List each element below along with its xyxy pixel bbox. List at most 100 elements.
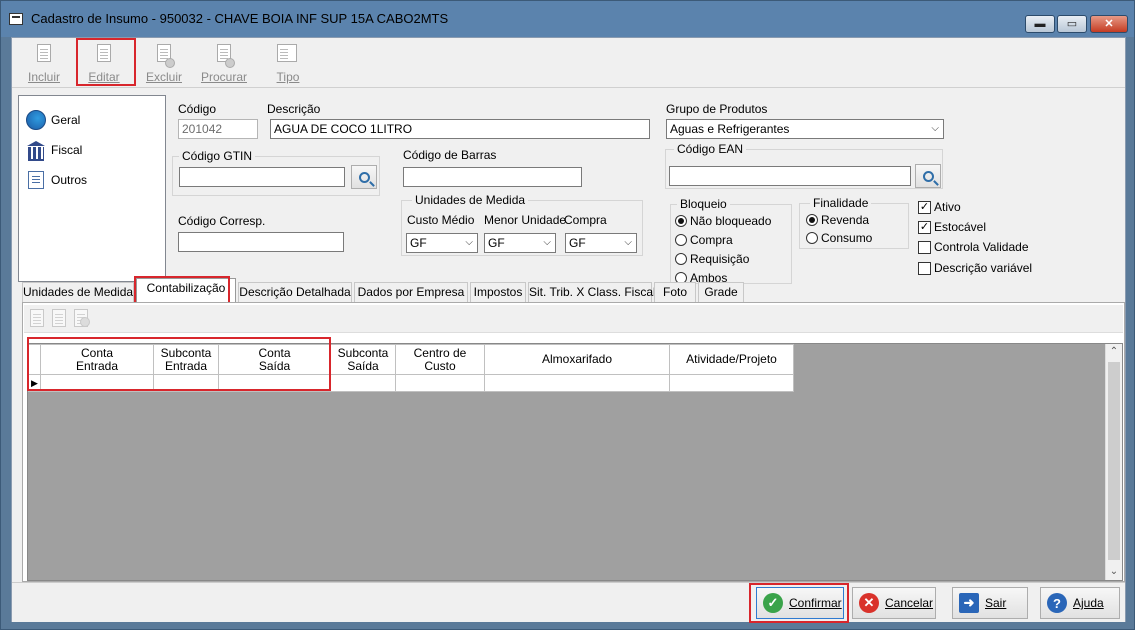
compra-unidade-label: Compra (564, 213, 607, 227)
grupo-produtos-value: Aguas e Refrigerantes (670, 122, 790, 136)
incluir-label: Incluir (27, 70, 60, 84)
chevron-down-icon: ⌵ (543, 237, 551, 248)
corresp-field[interactable] (178, 232, 344, 252)
excluir-button[interactable]: Excluir (136, 40, 192, 86)
close-button[interactable]: ✕ (1090, 15, 1128, 33)
grupo-produtos-label: Grupo de Produtos (666, 102, 768, 116)
nav-item-outros[interactable]: Outros (25, 169, 87, 191)
grid-vertical-scrollbar[interactable]: ⌃ ⌄ (1105, 344, 1122, 580)
col-centro-custo[interactable]: Centro de Custo (395, 344, 485, 375)
descricao-field[interactable]: AGUA DE COCO 1LITRO (270, 119, 650, 139)
finalidade-label: Finalidade (810, 196, 872, 210)
ean-field[interactable] (669, 166, 911, 186)
ajuda-label: Ajuda (1073, 596, 1104, 610)
ativo-checkbox[interactable]: ✓ Ativo (918, 200, 961, 214)
barras-label: Código de Barras (403, 148, 497, 162)
descricao-label: Descrição (267, 102, 321, 116)
bloqueio-option-label: Compra (690, 233, 733, 247)
tab-dados-por-empresa[interactable]: Dados por Empresa (354, 282, 468, 302)
tab-descricao-detalhada[interactable]: Descrição Detalhada (238, 282, 352, 302)
sair-button[interactable]: ➜ Sair (952, 587, 1028, 619)
ean-search-button[interactable] (915, 164, 941, 188)
scroll-thumb[interactable] (1108, 362, 1120, 560)
tab-unidades-medida[interactable]: Unidades de Medida (22, 282, 134, 302)
tab-grade[interactable]: Grade (698, 282, 744, 302)
procurar-button[interactable]: Procurar (196, 40, 252, 86)
scroll-up-icon[interactable]: ⌃ (1106, 344, 1122, 360)
bottom-bar: ✓ Confirmar ✕ Cancelar ➜ Sair ? Ajuda (12, 582, 1125, 623)
cancelar-label: Cancelar (885, 596, 934, 610)
help-icon: ? (1047, 593, 1067, 613)
compra-unidade-select[interactable]: GF ⌵ (565, 233, 637, 253)
cancelar-button[interactable]: ✕ Cancelar (852, 587, 936, 619)
finalidade-option-label: Consumo (821, 231, 873, 245)
contabilizacao-highlight (134, 276, 230, 304)
bank-icon (25, 139, 47, 161)
incluir-button[interactable]: Incluir (16, 40, 72, 86)
codigo-field[interactable]: 201042 (178, 119, 258, 139)
edit-row-icon[interactable] (50, 309, 68, 327)
bloqueio-option-label: Requisição (690, 252, 750, 266)
nav-item-fiscal[interactable]: Fiscal (25, 139, 82, 161)
gtin-field[interactable] (179, 167, 345, 187)
title-bar: Cadastro de Insumo - 950032 - CHAVE BOIA… (1, 1, 1134, 37)
bloqueio-compra-radio[interactable]: Compra (675, 233, 733, 247)
finalidade-revenda-radio[interactable]: Revenda (806, 213, 869, 227)
cell-subconta-saida[interactable] (330, 374, 396, 392)
tab-impostos[interactable]: Impostos (470, 282, 526, 302)
col-label: Almoxarifado (541, 352, 613, 366)
search-icon (922, 170, 934, 182)
documents-icon (25, 169, 47, 191)
scroll-down-icon[interactable]: ⌄ (1106, 564, 1122, 580)
menor-unidade-label: Menor Unidade (484, 213, 567, 227)
descricao-variavel-checkbox[interactable]: Descrição variável (918, 261, 1032, 275)
controla-validade-checkbox[interactable]: Controla Validade (918, 240, 1029, 254)
unidades-label: Unidades de Medida (412, 193, 529, 207)
col-label: Saída (347, 358, 379, 373)
toolbar: Incluir Editar Excluir Procurar Tipo (12, 38, 1125, 88)
cell-almoxarifado[interactable] (484, 374, 670, 392)
bloqueio-nao-bloqueado-radio[interactable]: Não bloqueado (675, 214, 771, 228)
gtin-group: Código GTIN (172, 149, 380, 196)
gtin-search-button[interactable] (351, 165, 377, 189)
menor-unidade-select[interactable]: GF ⌵ (484, 233, 556, 253)
estocavel-checkbox[interactable]: ✓ Estocável (918, 220, 986, 234)
tab-sit-trib[interactable]: Sit. Trib. X Class. Fiscal (528, 282, 656, 302)
col-atividade-projeto[interactable]: Atividade/Projeto (669, 344, 794, 375)
chevron-down-icon: ⌵ (931, 123, 939, 134)
left-nav: Geral Fiscal Outros (18, 95, 166, 282)
cell-atividade-projeto[interactable] (669, 374, 794, 392)
grupo-produtos-select[interactable]: Aguas e Refrigerantes ⌵ (666, 119, 944, 139)
add-row-icon[interactable] (28, 309, 46, 327)
tab-foto[interactable]: Foto (654, 282, 696, 302)
custo-medio-select[interactable]: GF ⌵ (406, 233, 478, 253)
estocavel-label: Estocável (934, 220, 987, 234)
ajuda-button[interactable]: ? Ajuda (1040, 587, 1120, 619)
unidades-group: Unidades de Medida Custo Médio Menor Uni… (401, 193, 643, 256)
finalidade-option-label: Revenda (821, 213, 870, 227)
search-icon (358, 171, 370, 183)
col-label: Subconta (337, 345, 389, 360)
cancel-icon: ✕ (859, 593, 879, 613)
codigo-label: Código (178, 102, 217, 116)
gtin-label: Código GTIN (179, 149, 256, 163)
bloqueio-group: Bloqueio Não bloqueado Compra Requisição… (670, 197, 792, 285)
procurar-label: Procurar (200, 70, 247, 84)
finalidade-consumo-radio[interactable]: Consumo (806, 231, 872, 245)
tipo-button[interactable]: Tipo (260, 40, 316, 86)
ean-label: Código EAN (674, 142, 747, 156)
delete-row-icon[interactable] (72, 309, 90, 327)
bloqueio-label: Bloqueio (677, 197, 730, 211)
window-title: Cadastro de Insumo - 950032 - CHAVE BOIA… (31, 11, 449, 26)
col-label: Atividade/Projeto (686, 352, 777, 366)
minimize-button[interactable]: ▬ (1025, 15, 1055, 33)
maximize-button[interactable]: ▭ (1057, 15, 1087, 33)
client-area: Incluir Editar Excluir Procurar Tipo Ger… (11, 37, 1126, 623)
cell-centro-custo[interactable] (395, 374, 485, 392)
barras-field[interactable] (403, 167, 582, 187)
col-almoxarifado[interactable]: Almoxarifado (484, 344, 670, 375)
col-subconta-saida[interactable]: Subconta Saída (330, 344, 396, 375)
nav-item-geral[interactable]: Geral (25, 109, 80, 131)
bloqueio-requisicao-radio[interactable]: Requisição (675, 252, 749, 266)
delete-document-icon (153, 44, 175, 68)
